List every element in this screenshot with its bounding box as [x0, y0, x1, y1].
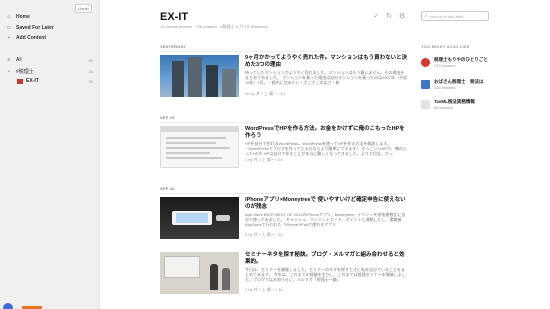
article-title[interactable]: 9ヶ月かかってようやく売れた件。マンションはもう買わないと決めた3つの理由 [245, 55, 408, 69]
section-header: SEP 29 [160, 115, 175, 120]
sidebar: Unpin ⌂ Home ▭ Saved For Later + Add Con… [0, 0, 100, 309]
article-snippet: 持っていたマンションがようやく売れました。マンションはもう買いません。その理由を… [245, 70, 408, 85]
recommended-feed-readers: 264 readers [434, 85, 456, 90]
search-input[interactable] [430, 13, 486, 19]
feed-favicon-icon [17, 78, 23, 84]
section-header: YESTERDAY [160, 44, 186, 49]
article-snippet: 今日は、セミナーを開催しました。セミナーのネタを探すときに私を自分でいることをま… [245, 267, 406, 282]
plus-icon: + [7, 35, 11, 41]
feed-toolbar: ✓ ↻ ⚙ [372, 13, 406, 21]
article-meta: 10 by 井ノ上 陽一 / 1d [245, 91, 285, 96]
page-title: EX-IT [160, 11, 189, 23]
check-icon[interactable]: ✓ [372, 13, 380, 21]
recommended-feed-readers: 219 readers [434, 63, 456, 68]
article-meta: 9 by 井ノ上 陽一 / 3d [245, 232, 283, 237]
section-divider [160, 51, 407, 52]
article-title[interactable]: iPhoneアプリ×Moneytreeで 使いやすいけど確定申告に使えないのが残… [245, 197, 408, 211]
article-snippet: App Store BEST BEST OF 2013のiPhoneアプリ、Mo… [245, 212, 406, 227]
article-meta: 1 by 井ノ上 陽一 / 2d [245, 157, 283, 162]
sidebar-item-label: Home [16, 14, 30, 20]
unpin-button[interactable]: Unpin [75, 4, 92, 13]
article-item[interactable]: 9ヶ月かかってようやく売れた件。マンションはもう買わないと決めた3つの理由 持っ… [160, 55, 408, 97]
sidebar-item-add-content[interactable]: + Add Content [6, 34, 93, 42]
unread-count: 88 [88, 78, 93, 84]
sidebar-category-zeirishi[interactable]: ⌄ #税理士 88 [6, 67, 93, 75]
article-title[interactable]: セミナーネタを探す秘訣。ブログ・メルマガと組み合わせると効果的。 [245, 252, 408, 266]
logo-gray-icon [421, 100, 430, 109]
chevron-down-icon: ⌄ [6, 68, 12, 74]
bookmark-icon: ▭ [6, 25, 12, 31]
sidebar-item-label: Saved For Later [16, 25, 54, 31]
search-icon: ⌕ [424, 13, 428, 19]
sidebar-item-label: #税理士 [16, 68, 34, 75]
list-icon: ≡ [7, 57, 11, 63]
article-thumbnail[interactable] [160, 197, 239, 239]
gear-icon[interactable]: ⚙ [398, 13, 406, 21]
sidebar-item-saved[interactable]: ▭ Saved For Later [6, 24, 93, 32]
recommended-feed[interactable]: おばさん税理士 税法は 264 readers [421, 79, 506, 91]
recommended-feed[interactable]: TaxML税法実務情報 80 readers [421, 99, 506, 111]
article-title[interactable]: WordPressでHPを作る方法。お金をかけずに俺のこもったHPを作ろう [245, 126, 408, 140]
feed-meta: 10 unread articles · 706 readers · #税理士 … [160, 24, 268, 29]
unread-count: 88 [88, 57, 93, 63]
article-meta: 1 by 井ノ上 陽一 / 3d [245, 287, 283, 292]
article-thumbnail[interactable] [160, 252, 239, 294]
logo-blue-icon [421, 80, 430, 89]
article-item[interactable]: セミナーネタを探す秘訣。ブログ・メルマガと組み合わせると効果的。 今日は、セミナ… [160, 252, 408, 294]
sidebar-category-all[interactable]: ≡ All 88 [6, 56, 93, 64]
sidebar-item-label: Add Content [16, 35, 46, 41]
avatar[interactable] [3, 303, 13, 309]
article-item[interactable]: iPhoneアプリ×Moneytreeで 使いやすいけど確定申告に使えないのが残… [160, 197, 408, 239]
article-thumbnail[interactable] [160, 126, 239, 168]
sidebar-item-label: EX-IT [26, 78, 39, 84]
article-snippet: HPを自分で作れるWordPress。WordPressを使ってHPを作る方法を… [245, 141, 408, 156]
unread-count: 88 [88, 68, 93, 74]
recommended-feed[interactable]: 税理士もりやのひとりごと 219 readers [421, 57, 506, 69]
recommended-feed-readers: 80 readers [434, 105, 454, 110]
article-thumbnail[interactable] [160, 55, 239, 97]
section-divider [160, 122, 407, 123]
home-icon: ⌂ [7, 14, 11, 20]
search-box[interactable]: ⌕ [421, 11, 489, 21]
article-item[interactable]: WordPressでHPを作る方法。お金をかけずに俺のこもったHPを作ろう HP… [160, 126, 408, 168]
recommendations-heading: YOU MIGHT ALSO LIKE [421, 44, 470, 49]
sidebar-item-label: All [16, 57, 22, 63]
logo-red-icon [421, 58, 430, 67]
section-divider [160, 193, 407, 194]
sidebar-feed-ex-it[interactable]: EX-IT 88 [17, 77, 93, 85]
sidebar-item-home[interactable]: ⌂ Home [6, 13, 93, 21]
refresh-icon[interactable]: ↻ [385, 13, 393, 21]
section-header: SEP 28 [160, 186, 175, 191]
